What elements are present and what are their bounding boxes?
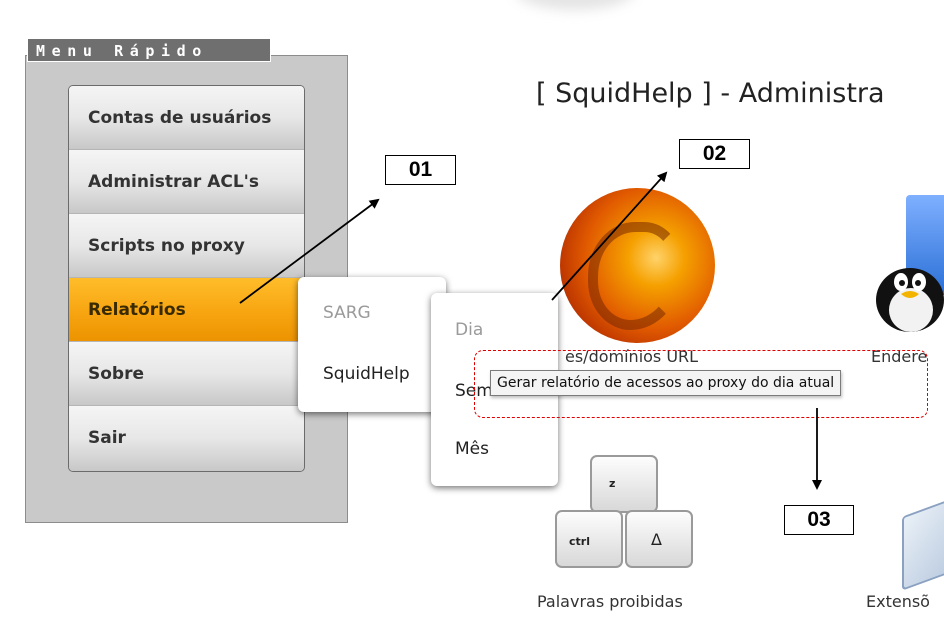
key-z-label: z	[609, 477, 616, 490]
submenu-item-sarg[interactable]: SARG	[323, 303, 371, 323]
top-shadow-decoration	[515, 0, 635, 10]
key-ctrl-label: ctrl	[569, 535, 590, 548]
tooltip: Gerar relatório de acessos ao proxy do d…	[490, 370, 842, 396]
menu-item-sair[interactable]: Sair	[69, 406, 304, 471]
keyboard-keys-icon[interactable]: z ctrl Δ	[545, 455, 705, 575]
callout-03: 03	[784, 505, 854, 535]
extension-icon[interactable]	[902, 493, 944, 591]
callout-01: 01	[385, 155, 456, 185]
submenu-item-mes[interactable]: Mês	[455, 439, 489, 459]
menu-item-contas-de-usuarios[interactable]: Contas de usuários	[69, 86, 304, 150]
menu-item-sobre[interactable]: Sobre	[69, 342, 304, 406]
menu-item-scripts-no-proxy[interactable]: Scripts no proxy	[69, 214, 304, 278]
submenu-item-dia[interactable]: Dia	[455, 320, 483, 340]
extensions-caption[interactable]: Extensõ	[866, 592, 930, 611]
callout-02: 02	[679, 139, 750, 169]
reports-submenu: SARG SquidHelp	[298, 277, 446, 412]
forbidden-words-caption[interactable]: Palavras proibidas	[537, 592, 683, 611]
quick-menu-list: Contas de usuários Administrar ACL's Scr…	[68, 85, 305, 472]
menu-item-administrar-acls[interactable]: Administrar ACL's	[69, 150, 304, 214]
firefox-icon[interactable]	[560, 188, 715, 343]
submenu-item-squidhelp[interactable]: SquidHelp	[323, 364, 410, 384]
tux-icon[interactable]	[865, 248, 944, 333]
menu-item-relatorios[interactable]: Relatórios	[69, 278, 304, 342]
page-title: [ SquidHelp ] - Administra	[536, 78, 885, 109]
quick-menu-title: Menu Rápido	[27, 38, 271, 62]
key-linux-label: Δ	[651, 530, 662, 549]
